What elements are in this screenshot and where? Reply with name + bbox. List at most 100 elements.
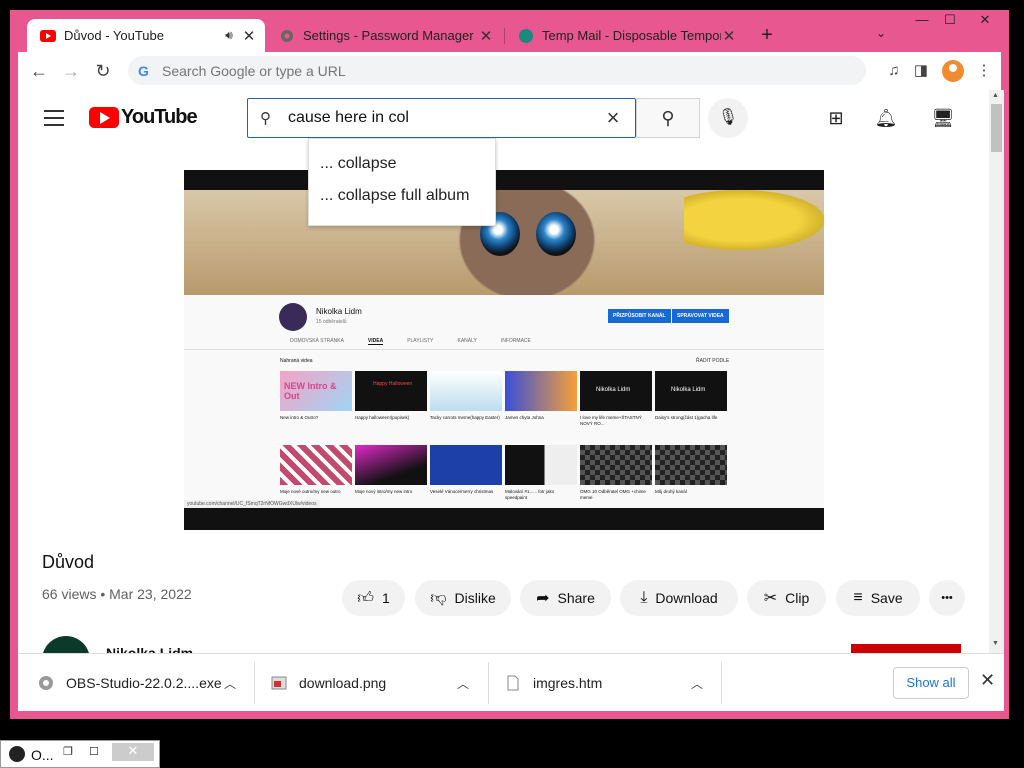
thumbnail-caption: Můj druhý kanál	[655, 489, 687, 494]
thumbnail-text: Nikolka Lidm	[671, 387, 706, 393]
download-button[interactable]: ⤓ Download	[620, 580, 738, 616]
suggestion-item[interactable]: ... collapse	[309, 155, 495, 187]
channel-tab: DOMOVSKÁ STRÁNKA	[290, 338, 344, 344]
chevron-up-icon[interactable]: ︿	[691, 675, 703, 692]
channel-tab: PLAYLISTY	[407, 338, 434, 344]
tab-password-manager[interactable]: Settings - Password Manager ✕	[266, 19, 502, 52]
notifications-bell-icon[interactable]: 🔔︎	[873, 106, 899, 130]
thumbnail-caption: Happy halloween!(popisek)	[355, 415, 410, 420]
obs-app-icon	[9, 746, 25, 762]
subscribe-button[interactable]	[851, 644, 961, 653]
search-icon: ⚲	[260, 110, 271, 127]
search-suggestions: ... collapse ... collapse full album	[308, 138, 496, 226]
video-title: Důvod	[42, 552, 95, 572]
clear-search-icon[interactable]: ×	[598, 105, 628, 131]
download-icon: ⤓	[640, 589, 648, 606]
tab-youtube[interactable]: Důvod - YouTube 🔊︎ ✕	[27, 19, 265, 52]
reload-icon[interactable]: ↻	[92, 60, 114, 82]
taskbar-window[interactable]: O... ❐ ☐ ✕	[0, 740, 160, 768]
speaker-icon[interactable]: 🔊︎	[221, 28, 237, 43]
back-arrow-icon[interactable]: ←	[28, 60, 50, 82]
tab-temp-mail[interactable]: Temp Mail - Disposable Tempora ✕	[505, 19, 745, 52]
dislike-button[interactable]: 👎︎ Dislike	[415, 580, 511, 616]
maximize-icon[interactable]: ☐	[89, 745, 99, 758]
share-label: Share	[557, 590, 595, 606]
search-box[interactable]: ⚲ ×	[247, 98, 636, 138]
share-button[interactable]: ➦ Share	[520, 580, 611, 616]
scrollbar-thumb[interactable]	[991, 104, 1002, 152]
tab-title: Settings - Password Manager	[303, 28, 474, 43]
gear-icon	[281, 29, 293, 42]
thumbnail-caption: OMG 10 Odběratel OMG +chime meme	[580, 489, 646, 500]
thumbnail-text: NEW Intro & Out	[284, 381, 337, 401]
sort-label: ŘADIT PODLE	[696, 358, 730, 364]
channel-avatar[interactable]	[42, 636, 90, 653]
video-thumbnail	[580, 445, 652, 485]
youtube-logo[interactable]: YouTube	[89, 106, 198, 129]
video-player[interactable]: Nikolka Lidm 15 odběratelů PŘIZPŮSOBIT K…	[184, 170, 824, 530]
thumbnail-caption: I love my life meme+ŠTASTNÝ NOVÝ RO...	[580, 415, 642, 426]
download-item[interactable]: download.png ︿	[271, 654, 471, 712]
chevron-up-icon[interactable]: ︿	[457, 675, 469, 692]
hamburger-menu-icon[interactable]	[44, 110, 64, 126]
thumbnail-caption: Tacky carrots meme(happy Easter)	[430, 415, 500, 420]
tab-title: Temp Mail - Disposable Tempora	[542, 28, 721, 43]
download-item[interactable]: imgres.htm ︿	[505, 654, 705, 712]
close-tab-icon[interactable]: ✕	[478, 27, 494, 45]
scissors-icon: ✂	[763, 590, 778, 607]
video-thumbnail: NEW Intro & Out	[280, 371, 352, 411]
omnibox-input[interactable]	[162, 62, 762, 79]
image-file-icon	[271, 676, 287, 690]
video-thumbnail: Happy Halloween	[355, 371, 427, 411]
page-scrollbar[interactable]: ▲ ▼	[989, 90, 1004, 653]
search-icon: ⚲	[661, 108, 675, 128]
dislike-label: Dislike	[454, 590, 496, 606]
minimize-button[interactable]: —	[907, 12, 937, 27]
toy-eye	[536, 212, 576, 256]
thumbnail-caption: Daisy's strong(část 1)gacha life	[655, 415, 718, 420]
side-panel-icon[interactable]: ◨	[911, 61, 931, 81]
close-tab-icon[interactable]: ✕	[241, 27, 257, 45]
search-input[interactable]	[288, 109, 598, 127]
media-queue-icon[interactable]: ♫	[884, 61, 904, 81]
scroll-down-arrow-icon[interactable]: ▼	[992, 640, 999, 647]
maximize-button[interactable]: ☐	[935, 12, 965, 28]
tab-strip: Důvod - YouTube 🔊︎ ✕ Settings - Password…	[10, 10, 1009, 52]
playlist-add-icon: ≡	[853, 589, 863, 606]
status-url: youtube.com/channel/UC_fSmqT2rNfOWGwdXUl…	[184, 500, 320, 508]
new-tab-button[interactable]: +	[755, 24, 779, 47]
close-downloads-icon[interactable]: ✕	[980, 670, 995, 691]
forward-arrow-icon[interactable]: →	[60, 60, 82, 82]
share-arrow-icon: ➦	[536, 590, 550, 607]
save-button[interactable]: ≡ Save	[836, 580, 920, 616]
divider	[721, 662, 722, 704]
profile-avatar[interactable]	[942, 60, 964, 82]
like-button[interactable]: 👍︎ 1	[342, 580, 405, 616]
search-button[interactable]: ⚲	[636, 98, 700, 138]
close-tab-icon[interactable]: ✕	[721, 27, 737, 45]
thumbs-down-icon: 👎︎	[430, 589, 447, 607]
close-window-button[interactable]: ✕	[970, 12, 1000, 28]
restore-icon[interactable]: ❐	[63, 745, 73, 758]
tab-search-chevron-icon[interactable]: ⌄	[876, 26, 886, 40]
channel-subs: 15 odběratelů	[316, 319, 347, 325]
clip-button[interactable]: ✂ Clip	[747, 580, 826, 616]
cast-display-icon[interactable]: 🖥︎	[929, 106, 957, 130]
close-icon[interactable]: ✕	[112, 743, 154, 761]
youtube-logo-text: YouTube	[121, 106, 198, 128]
more-actions-button[interactable]: •••	[929, 580, 965, 616]
chevron-up-icon[interactable]: ︿	[224, 675, 236, 692]
suggestion-item[interactable]: ... collapse full album	[309, 187, 495, 219]
menu-kebab-icon[interactable]: ⋮	[974, 61, 994, 81]
channel-name: Nikolka Lidm	[316, 307, 362, 316]
download-item[interactable]: OBS-Studio-22.0.2....exe ︿	[38, 654, 238, 712]
channel-name[interactable]: Nikolka Lidm	[106, 645, 193, 653]
create-video-icon[interactable]: ⊞	[823, 106, 849, 130]
browser-toolbar: ← → ↻ G ♫ ◨ ⋮	[18, 52, 1001, 90]
thumbnail-caption: New intro & Outro?	[280, 415, 319, 420]
show-all-button[interactable]: Show all	[893, 667, 969, 699]
downloads-bar: OBS-Studio-22.0.2....exe ︿ download.png …	[18, 653, 1004, 711]
voice-search-button[interactable]: 🎙︎	[708, 98, 748, 138]
omnibox[interactable]: G	[128, 56, 866, 85]
scroll-up-arrow-icon[interactable]: ▲	[992, 92, 999, 99]
